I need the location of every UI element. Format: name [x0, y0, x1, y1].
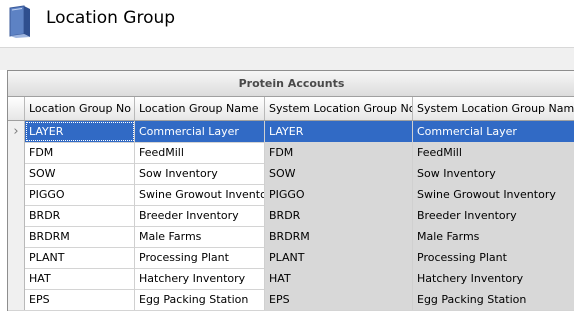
cell-location-group-name[interactable]: Male Farms: [135, 226, 265, 247]
table-row[interactable]: SOW Sow Inventory SOW Sow Inventory: [8, 163, 574, 185]
cell-location-group-name[interactable]: Breeder Inventory: [135, 205, 265, 226]
row-indicator[interactable]: [8, 142, 25, 163]
cell-system-location-group-name[interactable]: Swine Growout Inventory: [413, 184, 574, 205]
table-row[interactable]: PIGGO Swine Growout Inventory PIGGO Swine G…: [8, 184, 574, 206]
row-indicator[interactable]: [8, 163, 25, 184]
cell-location-group-name[interactable]: Hatchery Inventory: [135, 268, 265, 289]
row-indicator[interactable]: [8, 226, 25, 247]
row-indicator[interactable]: [8, 184, 25, 205]
cell-location-group-no[interactable]: BRDR: [25, 205, 135, 226]
table-row[interactable]: BRDR Breeder Inventory BRDR Breeder Invento…: [8, 205, 574, 227]
table-row[interactable]: FDM FeedMill FDM FeedMill: [8, 142, 574, 164]
column-header-location-group-no[interactable]: Location Group No: [25, 97, 135, 120]
table-row[interactable]: PLANT Processing Plant PLANT Processing Pla…: [8, 247, 574, 269]
cell-system-location-group-no[interactable]: PIGGO: [265, 184, 413, 205]
row-indicator[interactable]: [8, 205, 25, 226]
cell-location-group-no[interactable]: SOW: [25, 163, 135, 184]
cell-system-location-group-no[interactable]: SOW: [265, 163, 413, 184]
row-indicator[interactable]: [8, 247, 25, 268]
table-row[interactable]: HAT Hatchery Inventory HAT Hatchery Invento…: [8, 268, 574, 290]
cell-system-location-group-no[interactable]: BRDR: [265, 205, 413, 226]
book-icon: [9, 5, 30, 38]
cell-system-location-group-name[interactable]: Processing Plant: [413, 247, 574, 268]
column-header-row: Location Group No Location Group Name Sy…: [8, 97, 574, 121]
cell-location-group-name[interactable]: Processing Plant: [135, 247, 265, 268]
table-row[interactable]: BRDRM Male Farms BRDRM Male Farms: [8, 226, 574, 248]
cell-system-location-group-name[interactable]: Breeder Inventory: [413, 205, 574, 226]
cell-location-group-no[interactable]: BRDRM: [25, 226, 135, 247]
row-indicator[interactable]: [8, 268, 25, 289]
cell-location-group-no[interactable]: PLANT: [25, 247, 135, 268]
column-header-location-group-name[interactable]: Location Group Name: [135, 97, 265, 120]
page-title: Location Group: [46, 8, 176, 28]
cell-location-group-no[interactable]: EPS: [25, 289, 135, 310]
row-indicator-header: [8, 97, 25, 120]
column-header-system-location-group-no[interactable]: System Location Group No: [265, 97, 413, 120]
cell-system-location-group-no[interactable]: LAYER: [265, 121, 413, 142]
cell-location-group-name[interactable]: Egg Packing Station: [135, 289, 265, 310]
table-row[interactable]: › LAYER Commercial Layer LAYER Commercial La…: [8, 121, 574, 143]
cell-system-location-group-name[interactable]: Egg Packing Station: [413, 289, 574, 310]
cell-system-location-group-name[interactable]: FeedMill: [413, 142, 574, 163]
column-header-system-location-group-name[interactable]: System Location Group Name: [413, 97, 574, 120]
row-indicator[interactable]: [8, 289, 25, 310]
row-indicator[interactable]: ›: [8, 121, 25, 142]
chevron-right-icon: ›: [13, 124, 19, 139]
cell-system-location-group-name[interactable]: Hatchery Inventory: [413, 268, 574, 289]
cell-system-location-group-no[interactable]: FDM: [265, 142, 413, 163]
table-row[interactable]: EPS Egg Packing Station EPS Egg Packing Sta…: [8, 289, 574, 311]
cell-system-location-group-no[interactable]: PLANT: [265, 247, 413, 268]
cell-location-group-name[interactable]: Commercial Layer: [135, 121, 265, 142]
cell-location-group-name[interactable]: FeedMill: [135, 142, 265, 163]
cell-location-group-no[interactable]: PIGGO: [25, 184, 135, 205]
cell-location-group-no[interactable]: HAT: [25, 268, 135, 289]
cell-system-location-group-name[interactable]: Commercial Layer: [413, 121, 574, 142]
grid-caption: Protein Accounts: [8, 71, 574, 97]
cell-system-location-group-name[interactable]: Sow Inventory: [413, 163, 574, 184]
cell-location-group-no[interactable]: LAYER: [25, 121, 135, 142]
cell-location-group-name[interactable]: Swine Growout Inventory: [135, 184, 265, 205]
page-header: Location Group: [0, 0, 574, 48]
cell-system-location-group-no[interactable]: EPS: [265, 289, 413, 310]
cell-location-group-name[interactable]: Sow Inventory: [135, 163, 265, 184]
cell-system-location-group-name[interactable]: Male Farms: [413, 226, 574, 247]
protein-accounts-grid[interactable]: Protein Accounts Location Group No Locat…: [7, 70, 574, 311]
cell-system-location-group-no[interactable]: BRDRM: [265, 226, 413, 247]
cell-system-location-group-no[interactable]: HAT: [265, 268, 413, 289]
cell-location-group-no[interactable]: FDM: [25, 142, 135, 163]
